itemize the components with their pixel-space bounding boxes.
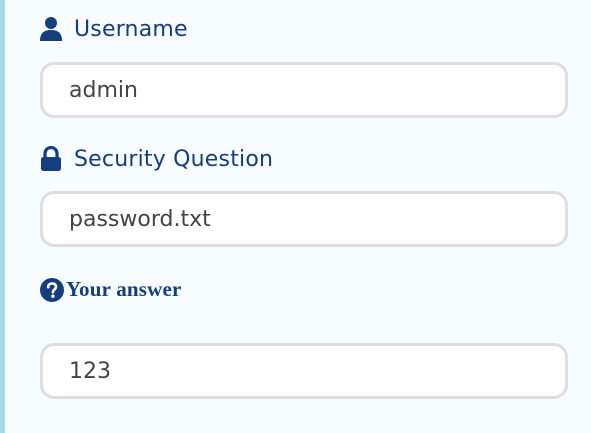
cut-off-link[interactable] (215, 424, 385, 433)
security-question-input[interactable] (40, 191, 568, 247)
security-question-label-row: Security Question (40, 146, 273, 172)
username-label-row: Username (40, 16, 188, 42)
username-input[interactable] (40, 62, 568, 118)
security-question-label: Security Question (74, 146, 274, 172)
username-label: Username (74, 16, 188, 42)
lock-icon (40, 146, 62, 172)
answer-label-row: Your answer (40, 277, 182, 302)
question-circle-icon (40, 277, 64, 302)
answer-label: Your answer (66, 277, 182, 301)
answer-input[interactable] (40, 343, 568, 399)
left-accent-bar (0, 0, 5, 433)
user-icon (40, 16, 62, 42)
